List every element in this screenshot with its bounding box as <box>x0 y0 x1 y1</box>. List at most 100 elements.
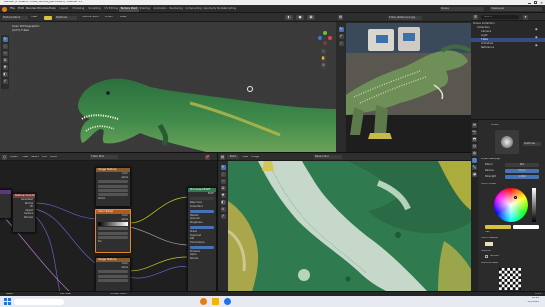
modifier-tab-icon[interactable]: 🔧 <box>472 165 477 170</box>
menu-view[interactable]: View <box>31 16 37 19</box>
zoom-icon[interactable]: ⌕ <box>321 49 326 54</box>
sample-tool-icon[interactable]: ⊙ <box>220 207 226 212</box>
brush-preview[interactable] <box>495 130 519 154</box>
fill-tool-icon[interactable]: ▼ <box>220 193 226 198</box>
tab-animation[interactable]: Animation <box>152 7 168 12</box>
navigation-gizmo[interactable] <box>318 31 332 45</box>
color-wheel-cursor[interactable] <box>514 196 517 199</box>
strength-slider[interactable]: 1.000 <box>505 174 539 179</box>
smear-tool-icon[interactable]: 〰 <box>2 51 8 56</box>
brush-settings-header[interactable]: Brush Settings <box>481 158 500 161</box>
texture-header[interactable]: Texture <box>481 250 491 253</box>
value-slider[interactable] <box>532 188 536 222</box>
menu-window[interactable]: Window <box>37 7 49 10</box>
color-ramp-gradient[interactable] <box>98 222 128 227</box>
world-tab-icon[interactable]: ◍ <box>472 151 477 156</box>
menu-texture-slots[interactable]: Texture Slots <box>82 16 99 19</box>
uv-mode-selector[interactable]: Paint <box>227 155 239 159</box>
sample-tool-icon[interactable]: ✎ <box>338 27 344 32</box>
menu-brush[interactable]: Brush <box>105 16 113 19</box>
mode-selector[interactable]: Texture Paint <box>2 15 28 20</box>
maximize-button[interactable] <box>534 1 537 4</box>
xray-icon[interactable]: ▣ <box>307 15 315 20</box>
file-explorer-icon[interactable] <box>212 298 219 305</box>
image-editor-type-icon[interactable]: ▤ <box>338 15 343 20</box>
brush-datablock[interactable]: TexDraw <box>523 142 541 146</box>
eye-icon[interactable]: ◉ <box>535 35 538 39</box>
zoom-view-icon[interactable]: ⌕ <box>338 41 344 46</box>
node-image-texture-1[interactable]: Image Texture Color Alpha Vector <box>95 167 131 207</box>
overlay-toggle-icon[interactable]: ◐ <box>285 15 293 20</box>
uv-paint-editor[interactable]: ▤ Paint View Image Base Color ✎ ◌ 〰 ⧉ ▼ … <box>217 152 471 291</box>
blend-dropdown[interactable]: Mix <box>505 162 539 167</box>
outliner-search-input[interactable]: Search <box>481 15 519 19</box>
mask-tool-icon[interactable]: ◧ <box>220 200 226 205</box>
clone-tool-icon[interactable]: ⧉ <box>2 58 8 63</box>
image-editor-type-icon[interactable]: ▤ <box>220 154 225 160</box>
shading-mode-icon[interactable]: ● <box>296 15 304 20</box>
clone-tool-icon[interactable]: ⧉ <box>220 186 226 191</box>
blender-taskbar-icon[interactable] <box>200 298 207 305</box>
annotate-icon[interactable]: ✐ <box>338 34 344 39</box>
start-icon[interactable] <box>4 298 11 305</box>
tab-sculpting[interactable]: Sculpting <box>87 7 102 12</box>
tab-shading[interactable]: Shading <box>138 7 152 12</box>
texture-checkbox[interactable] <box>485 255 488 258</box>
tab-compositing[interactable]: Compositing <box>184 7 203 12</box>
tab-layout[interactable]: Layout <box>58 7 70 12</box>
tab-modeling[interactable]: Modeling <box>71 7 86 12</box>
tab-uv-editing[interactable]: UV Editing <box>103 7 120 12</box>
scene-selector[interactable]: Scene <box>440 7 484 11</box>
render-tab-icon[interactable]: 📷 <box>472 130 477 135</box>
tab-texture-paint[interactable]: Texture Paint <box>119 6 139 12</box>
reference-image-editor[interactable]: ▤ T-Rex_Reference.jpg ✎ ✐ ⌕ <box>336 13 471 152</box>
object-tab-icon[interactable]: ▢ <box>472 158 477 163</box>
menu-help[interactable]: Help <box>49 7 56 10</box>
material-tab-icon[interactable]: ◕ <box>472 172 477 177</box>
node-texture-coordinate[interactable]: Texture Coordinate Generated Normal UV O… <box>12 193 36 233</box>
fill-tool-icon[interactable]: ▼ <box>2 65 8 70</box>
eye-icon[interactable]: ◉ <box>535 43 538 47</box>
close-button[interactable]: ✕ <box>540 1 543 5</box>
output-tab-icon[interactable]: 🖶 <box>472 137 477 142</box>
3d-viewport[interactable]: Texture Paint View TexDraw Texture Slots… <box>0 13 336 152</box>
brush-selector[interactable]: TexDraw <box>55 15 77 20</box>
color-wheel[interactable] <box>494 188 528 222</box>
color-palette-header[interactable]: Color Palette <box>481 237 498 240</box>
annotate-tool-icon[interactable]: ✐ <box>220 214 226 219</box>
draw-tool-icon[interactable]: ✎ <box>2 37 8 42</box>
uv-image-selector[interactable]: Base Color <box>314 155 342 159</box>
view-layer-selector[interactable]: ViewLayer <box>490 7 542 11</box>
secondary-color-swatch[interactable] <box>513 225 539 229</box>
draw-tool-icon[interactable]: ✎ <box>220 165 226 170</box>
browser-icon[interactable] <box>224 298 231 305</box>
node-image-texture-2[interactable]: Image Texture Color Alpha <box>95 257 131 291</box>
filter-icon[interactable]: ▾ <box>523 14 528 20</box>
annotate-tool-icon[interactable]: ✐ <box>2 79 8 84</box>
node-principled-bsdf[interactable]: Principled BSDF BSDF Base Color Subsurfa… <box>187 187 217 291</box>
menu-mask[interactable]: Mask <box>120 16 127 19</box>
minimize-button[interactable] <box>528 1 531 4</box>
menu-file[interactable]: File <box>10 7 15 10</box>
menu-render[interactable]: Render <box>26 7 37 10</box>
shader-node-editor[interactable]: ⬡ Object View Select Add Node T-Rex Mat … <box>0 152 217 291</box>
primary-color-swatch[interactable] <box>485 225 511 229</box>
blender-logo-icon[interactable] <box>2 6 7 12</box>
tab-scripting[interactable]: Scripting <box>223 7 238 12</box>
tab-rendering[interactable]: Rendering <box>168 7 184 12</box>
reference-image-selector[interactable]: T-Rex_Reference.jpg <box>388 15 422 20</box>
palette-swatch[interactable] <box>485 242 493 246</box>
menu-edit[interactable]: Edit <box>18 7 24 10</box>
smear-tool-icon[interactable]: 〰 <box>220 179 226 184</box>
brush-color-swatch[interactable] <box>44 15 52 20</box>
pan-hand-icon[interactable]: ✋ <box>321 56 326 61</box>
tool-tab-icon[interactable]: ⚒ <box>472 123 477 128</box>
radius-slider[interactable]: 50 px <box>505 168 539 173</box>
taskbar-search-box[interactable] <box>14 298 64 305</box>
uv-menu-view[interactable]: View <box>242 156 248 159</box>
uv-menu-image[interactable]: Image <box>251 156 259 159</box>
eye-icon[interactable]: ◉ <box>535 27 538 31</box>
mask-tool-icon[interactable]: ◧ <box>2 72 8 77</box>
color-picker-header[interactable]: Color Picker <box>481 183 496 186</box>
soften-tool-icon[interactable]: ◌ <box>220 172 226 177</box>
